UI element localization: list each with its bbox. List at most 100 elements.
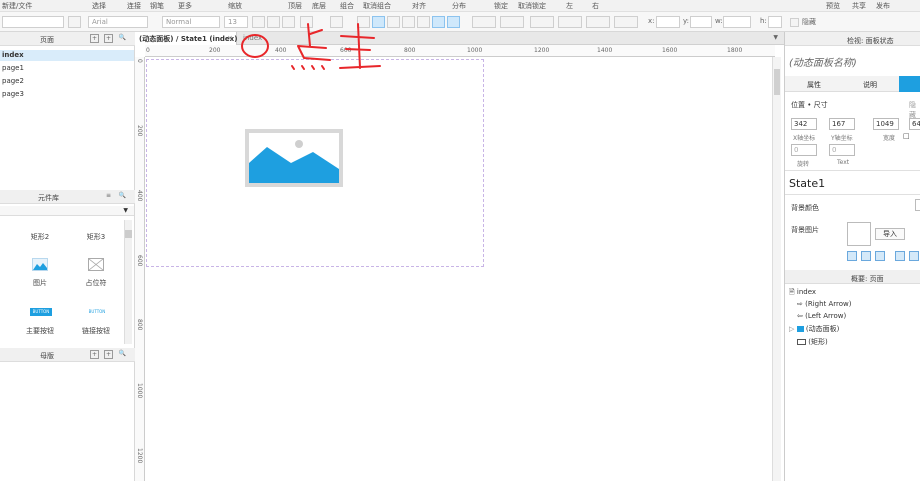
menu-item-zoom[interactable]: 缩放 <box>228 1 242 11</box>
menu-item-new[interactable]: 新建/文件 <box>2 1 32 11</box>
import-button[interactable]: 导入 <box>875 228 905 240</box>
canvas-vertical-scrollbar[interactable] <box>772 57 781 481</box>
add-master-icon[interactable]: + <box>90 350 99 359</box>
menu-item-unlock[interactable]: 取消锁定 <box>518 1 546 11</box>
x-input[interactable] <box>656 16 680 28</box>
align-middle-icon[interactable] <box>909 251 919 261</box>
library-item-link-button[interactable]: 链接按钮 <box>76 326 116 336</box>
align-right-icon[interactable] <box>875 251 885 261</box>
menu-item-distribute[interactable]: 分布 <box>452 1 466 11</box>
state-name[interactable]: State1 <box>789 177 825 190</box>
library-scrollbar[interactable] <box>124 220 132 344</box>
scrollbar-thumb[interactable] <box>125 230 132 238</box>
arrow-style-icon[interactable] <box>614 16 638 28</box>
menu-item-bring-front[interactable]: 顶层 <box>288 1 302 11</box>
menu-item-lock[interactable]: 锁定 <box>494 1 508 11</box>
font-family-select[interactable]: Arial <box>88 16 148 28</box>
bg-image-preview[interactable] <box>847 222 871 246</box>
library-item-rect3[interactable]: 矩形3 <box>76 232 116 242</box>
style-painter-icon[interactable] <box>68 16 81 28</box>
menu-item-right[interactable]: 右 <box>592 1 599 11</box>
close-icon[interactable]: × <box>227 34 233 42</box>
align-bottom-icon[interactable] <box>447 16 460 28</box>
align-right-icon[interactable] <box>387 16 400 28</box>
align-top-icon[interactable] <box>895 251 905 261</box>
tab-style[interactable] <box>899 76 920 92</box>
chevron-down-icon[interactable]: ▼ <box>773 34 778 41</box>
outline-label: (矩形) <box>808 338 828 346</box>
pages-panel-header: 页面 + + 🔍 <box>0 32 135 46</box>
library-item-placeholder[interactable]: 占位符 <box>76 278 116 288</box>
align-left-icon[interactable] <box>847 251 857 261</box>
hidden-checkbox[interactable] <box>790 18 799 27</box>
tab-notes[interactable]: 说明 <box>863 80 877 90</box>
scrollbar-thumb[interactable] <box>774 69 780 95</box>
menu-item-preview[interactable]: 预览 <box>826 1 840 11</box>
line-color-icon[interactable] <box>530 16 554 28</box>
menu-item-ungroup[interactable]: 取消组合 <box>363 1 391 11</box>
page-item-page1[interactable]: page1 <box>0 63 134 74</box>
fill-color-icon[interactable] <box>472 16 496 28</box>
menu-item-more[interactable]: 更多 <box>178 1 192 11</box>
font-style-select[interactable]: Normal <box>162 16 220 28</box>
add-page-icon[interactable]: + <box>90 34 99 43</box>
menu-item-group[interactable]: 组合 <box>340 1 354 11</box>
library-select[interactable]: ▼ <box>0 206 134 216</box>
menu-icon[interactable]: ≡ <box>104 192 113 201</box>
panel-name-input[interactable]: (动态面板名称) <box>789 54 857 69</box>
align-justify-icon[interactable] <box>402 16 415 28</box>
y-coordinate-input[interactable]: 167 <box>829 118 855 130</box>
menu-item-send-back[interactable]: 底层 <box>312 1 326 11</box>
x-coordinate-input[interactable]: 342 <box>791 118 817 130</box>
search-icon[interactable]: 🔍 <box>118 350 127 359</box>
library-item-rect2[interactable]: 矩形2 <box>20 232 60 242</box>
line-style-icon[interactable] <box>586 16 610 28</box>
hidden-label: 隐藏 <box>802 18 816 26</box>
align-middle-icon[interactable] <box>432 16 445 28</box>
page-item-index[interactable]: index <box>0 50 134 61</box>
outline-item-rectangle[interactable]: (矩形) <box>797 337 828 347</box>
menu-item-select[interactable]: 选择 <box>92 1 106 11</box>
bg-color-swatch[interactable] <box>915 199 920 211</box>
menu-item-pen[interactable]: 钢笔 <box>150 1 164 11</box>
hide-label: 隐藏 <box>909 101 916 119</box>
bg-image-label: 背景图片 <box>791 226 819 234</box>
shadow-icon[interactable] <box>500 16 524 28</box>
outline-item-dynamic-panel[interactable]: ▷ (动态面板) <box>789 324 839 334</box>
text-rotation-input[interactable]: 0 <box>829 144 855 156</box>
menu-item-left[interactable]: 左 <box>566 1 573 11</box>
style-select[interactable] <box>2 16 64 28</box>
width-input[interactable]: 1049 <box>873 118 899 130</box>
align-top-icon[interactable] <box>417 16 430 28</box>
outline-item-index[interactable]: 🗎 index <box>789 288 816 299</box>
menu-item-align[interactable]: 对齐 <box>412 1 426 11</box>
menu-item-connect[interactable]: 连接 <box>127 1 141 11</box>
position-size-label: 位置 • 尺寸 <box>791 101 828 109</box>
line-width-icon[interactable] <box>558 16 582 28</box>
search-icon[interactable]: 🔍 <box>118 34 127 43</box>
library-panel-title: 元件库 <box>38 194 59 202</box>
w-input[interactable] <box>723 16 751 28</box>
align-center-icon[interactable] <box>861 251 871 261</box>
rotation-input[interactable]: 0 <box>791 144 817 156</box>
y-input[interactable] <box>690 16 712 28</box>
outline-item-left-arrow[interactable]: ⇦ (Left Arrow) <box>797 312 846 320</box>
library-item-image[interactable]: 图片 <box>20 278 60 288</box>
menu-item-publish[interactable]: 发布 <box>876 1 890 11</box>
library-item-primary-button[interactable]: 主要按钮 <box>20 326 60 336</box>
menu-item-share[interactable]: 共享 <box>852 1 866 11</box>
outline-item-right-arrow[interactable]: ⇨ (Right Arrow) <box>797 300 852 308</box>
tab-dynamic-panel-state1[interactable]: (动态面板) / State1 (index) <box>135 32 237 45</box>
text-rotation-label: Text <box>837 159 850 166</box>
tab-properties[interactable]: 属性 <box>807 80 821 90</box>
page-item-page3[interactable]: page3 <box>0 89 134 100</box>
height-input[interactable]: 644 <box>909 118 920 130</box>
lock-ratio-icon[interactable]: □ <box>903 132 910 140</box>
expand-arrow-icon[interactable]: ▷ <box>789 325 794 333</box>
image-widget[interactable] <box>245 129 343 187</box>
page-item-page2[interactable]: page2 <box>0 76 134 87</box>
h-input[interactable] <box>768 16 782 28</box>
add-folder-icon[interactable]: + <box>104 34 113 43</box>
add-folder-icon[interactable]: + <box>104 350 113 359</box>
search-icon[interactable]: 🔍 <box>118 192 127 201</box>
